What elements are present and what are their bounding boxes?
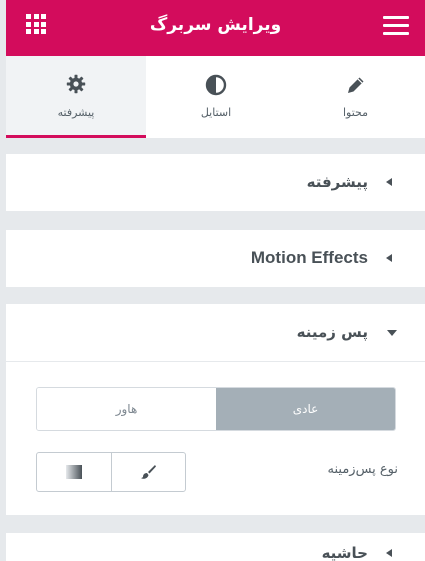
panel-tabs: پیشرفته استایل محتوا — [6, 56, 425, 138]
section-title: حاشیه — [321, 544, 368, 561]
contrast-icon — [205, 74, 227, 96]
background-type-control — [36, 452, 186, 492]
panel-header: ویرایش سربرگ — [6, 0, 425, 56]
tab-advanced[interactable]: پیشرفته — [6, 56, 146, 138]
editor-panel: ویرایش سربرگ پیشرفته استایل محتوا پیشرفت… — [6, 0, 425, 561]
section-title: پیشرفته — [306, 173, 368, 191]
section-border: حاشیه — [6, 533, 425, 561]
divider — [6, 361, 425, 362]
panel-title: ویرایش سربرگ — [149, 15, 282, 35]
section-border-header[interactable]: حاشیه — [6, 533, 425, 561]
caret-left-icon — [386, 178, 392, 186]
active-tab-indicator — [6, 135, 146, 138]
gradient-icon — [65, 465, 82, 479]
section-advanced: پیشرفته — [6, 154, 425, 211]
background-state-tabs: هاور عادی — [36, 387, 396, 431]
caret-left-icon — [386, 254, 392, 262]
section-background-header[interactable]: پس زمینه — [6, 304, 425, 360]
section-motion-header[interactable]: Motion Effects — [6, 230, 425, 286]
tab-advanced-label: پیشرفته — [57, 106, 95, 119]
hamburger-menu-icon[interactable] — [383, 16, 409, 36]
gear-icon — [66, 74, 86, 94]
classic-brush-icon — [141, 465, 157, 479]
background-type-gradient[interactable] — [37, 453, 112, 491]
state-tab-normal[interactable]: عادی — [216, 388, 395, 430]
caret-left-icon — [386, 549, 392, 557]
section-title: پس زمینه — [296, 323, 368, 341]
tab-style[interactable]: استایل — [146, 56, 286, 138]
section-motion-effects: Motion Effects — [6, 230, 425, 287]
tab-style-label: استایل — [200, 106, 232, 119]
section-title: Motion Effects — [250, 248, 368, 267]
tab-content[interactable]: محتوا — [286, 56, 425, 138]
caret-down-icon — [387, 330, 397, 336]
section-advanced-header[interactable]: پیشرفته — [6, 154, 425, 210]
background-type-classic[interactable] — [112, 453, 186, 491]
pencil-icon — [347, 77, 363, 93]
state-tab-hover[interactable]: هاور — [37, 388, 216, 430]
section-background: پس زمینه هاور عادی نوع پس‌زمینه — [6, 304, 425, 515]
tab-content-label: محتوا — [342, 106, 369, 119]
background-type-label: نوع پس‌زمینه — [327, 462, 398, 477]
